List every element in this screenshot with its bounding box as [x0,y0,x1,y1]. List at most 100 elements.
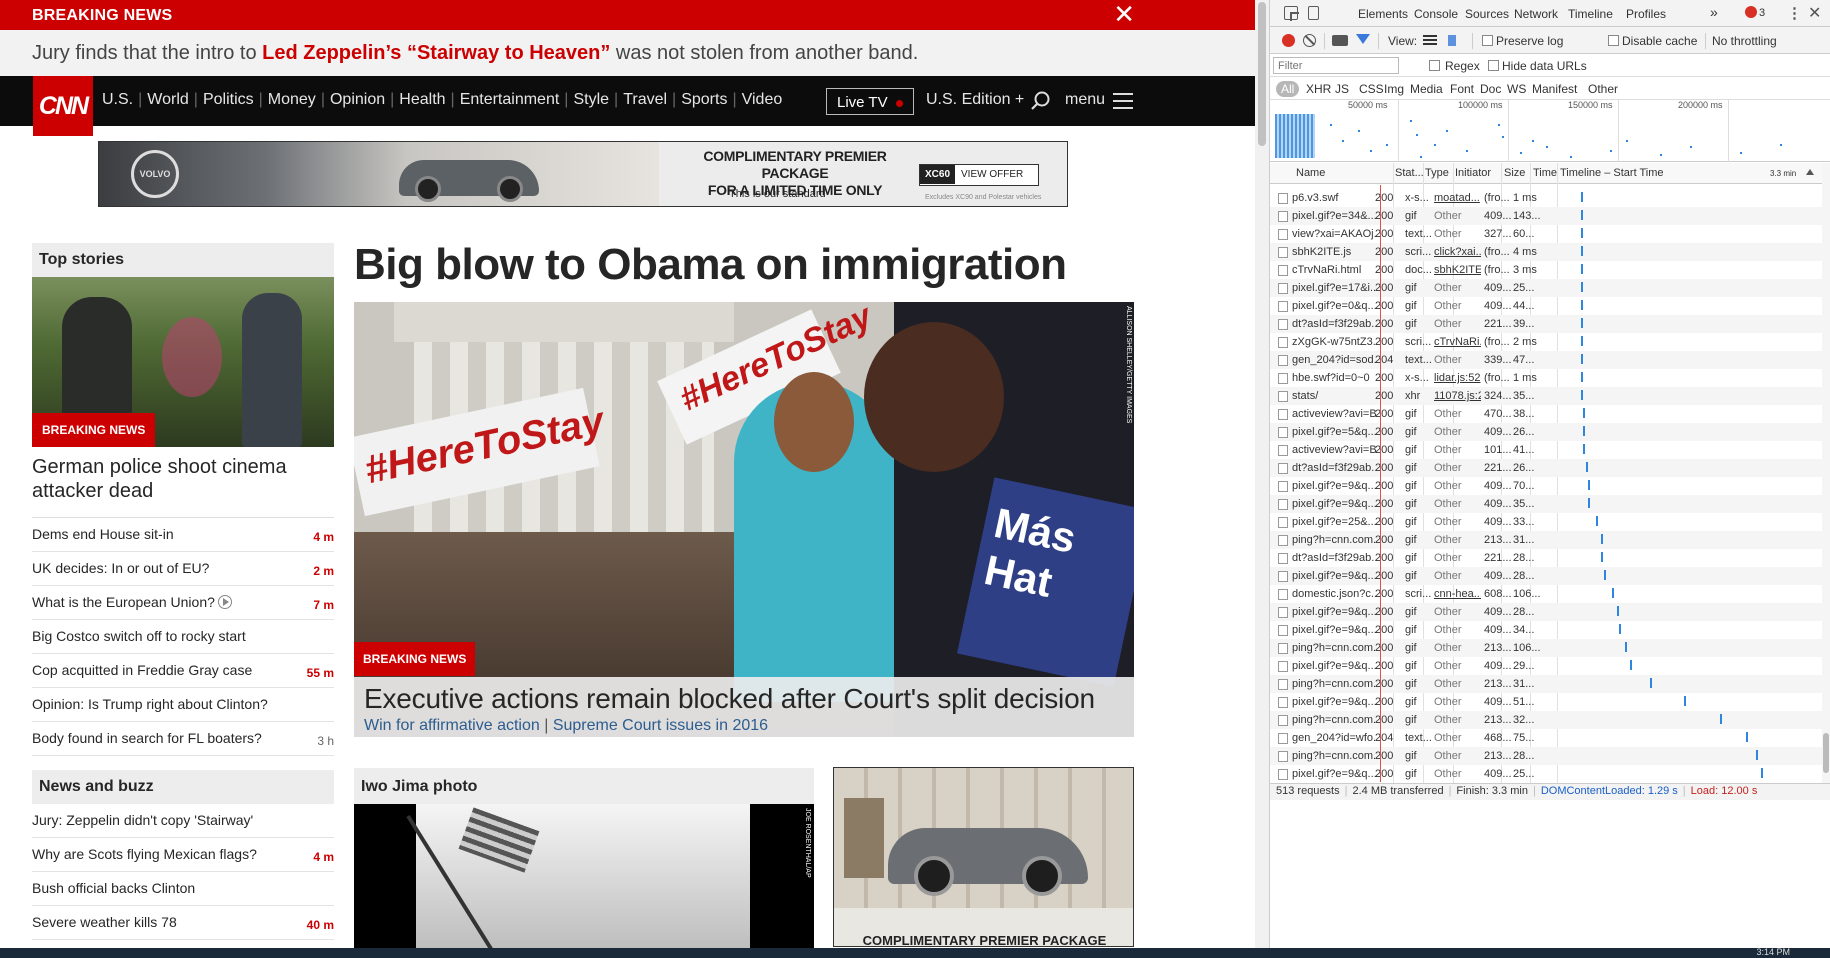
page-scrollbar[interactable] [1255,0,1269,948]
tab-sources[interactable]: Sources [1465,7,1509,21]
column-header[interactable]: Type [1425,167,1449,179]
network-request-row[interactable]: pixel.gif?e=25&... 200 gif Other 409... 33... [1270,513,1822,531]
throttling-select[interactable]: No throttling [1712,34,1777,48]
column-header[interactable]: Timeline – Start Time [1560,167,1664,179]
iwo-jima-photo[interactable]: JOE ROSENTHAL/AP [354,804,814,948]
network-request-row[interactable]: activeview?avi=B... 200 gif Other 470... 38..… [1270,405,1822,423]
regex-checkbox[interactable] [1429,60,1440,71]
column-header[interactable]: Time [1533,167,1557,179]
preserve-log-label[interactable]: Preserve log [1496,34,1563,48]
breaking-news-bar[interactable]: BREAKING NEWS ✕ [0,0,1255,30]
request-initiator[interactable]: lidar.js:52 [1434,372,1481,384]
type-filter-all[interactable]: All [1276,81,1300,97]
network-request-row[interactable]: pixel.gif?e=9&q... 200 gif Other 409... 29... [1270,657,1822,675]
type-filter-img[interactable]: Img [1384,82,1404,96]
network-request-row[interactable]: sbhK2ITE.js 200 scri... click?xai... (fro...… [1270,243,1822,261]
network-request-row[interactable]: gen_204?id=wfo... 204 text... Other 468... 75… [1270,729,1822,747]
error-count[interactable]: 3 [1759,7,1765,19]
type-filter-doc[interactable]: Doc [1480,82,1501,96]
filter-input[interactable] [1273,57,1399,74]
type-filter-manifest[interactable]: Manifest [1532,82,1577,96]
network-request-row[interactable]: pixel.gif?e=5&q... 200 gif Other 409... 26... [1270,423,1822,441]
network-scrollbar[interactable] [1822,163,1830,783]
nav-link-health[interactable]: Health [399,91,445,108]
network-request-row[interactable]: activeview?avi=B... 200 gif Other 101... 41..… [1270,441,1822,459]
hero-story[interactable]: #HereToStay #HereToStay Más Hat ALLISON … [354,302,1134,737]
hero-sublink[interactable]: Supreme Court issues in 2016 [553,717,768,734]
inspect-element-icon[interactable] [1284,6,1299,21]
view-offer-button[interactable]: XC60 VIEW OFFER [919,164,1039,186]
preserve-log-checkbox[interactable] [1482,35,1493,46]
network-request-row[interactable]: ping?h=cnn.com... 200 gif Other 213... 32... [1270,711,1822,729]
story-item[interactable]: Jury: Zeppelin didn't copy 'Stairway' [32,804,334,838]
story-item[interactable]: What is the European Union? 7 m [32,586,334,620]
list-view-icon[interactable] [1423,35,1437,46]
type-filter-other[interactable]: Other [1588,82,1618,96]
hero-sublink[interactable]: Win for affirmative action [364,717,540,734]
record-icon[interactable] [1282,34,1295,47]
request-initiator[interactable]: 11078.js:2 [1434,390,1481,402]
network-request-row[interactable]: ping?h=cnn.com... 200 gif Other 213... 28... [1270,747,1822,765]
type-filter-ws[interactable]: WS [1507,82,1526,96]
nav-link-travel[interactable]: Travel [623,91,667,108]
network-request-row[interactable]: gen_204?id=sod... 204 text... Other 339... 47… [1270,351,1822,369]
network-request-row[interactable]: ping?h=cnn.com... 200 gif Other 213... 31... [1270,531,1822,549]
request-initiator[interactable]: cTrvNaRi... [1434,336,1481,348]
cnn-logo[interactable]: CNN [33,76,93,136]
tab-elements[interactable]: Elements [1358,7,1408,21]
nav-link-world[interactable]: World [147,91,189,108]
top-banner-ad[interactable]: VOLVO COMPLIMENTARY PREMIER PACKAGE FOR A… [98,141,1068,207]
story-item[interactable]: Opinion: Is Trump right about Clinton? [32,688,334,722]
column-header[interactable]: Size [1504,167,1525,179]
story-item[interactable]: Bush official backs Clinton [32,872,334,906]
waterfall-view-icon[interactable] [1448,35,1462,46]
network-request-row[interactable]: pixel.gif?e=9&q... 200 gif Other 409... 25... [1270,765,1822,782]
live-tv-button[interactable]: Live TV [826,88,914,115]
nav-link-entertainment[interactable]: Entertainment [460,91,560,108]
network-request-row[interactable]: ping?h=cnn.com... 200 gif Other 213... 106... [1270,639,1822,657]
type-filter-css[interactable]: CSS [1359,82,1384,96]
story-item[interactable]: Why are Scots flying Mexican flags? 4 m [32,838,334,872]
scrollbar-thumb[interactable] [1258,2,1266,146]
error-icon[interactable] [1745,6,1757,18]
page-title[interactable]: Big blow to Obama on immigration [354,240,1134,290]
network-request-row[interactable]: p6.v3.swf 200 x-s... moatad... (fro... 1 ms [1270,189,1822,207]
close-icon[interactable]: ✕ [1808,3,1821,23]
network-request-row[interactable]: pixel.gif?e=9&q... 200 gif Other 409... 34... [1270,621,1822,639]
network-request-row[interactable]: dt?asId=f3f29ab... 200 gif Other 221... 39... [1270,315,1822,333]
network-request-row[interactable]: pixel.gif?e=9&q... 200 gif Other 409... 35... [1270,495,1822,513]
teaser-highlight[interactable]: Led Zeppelin’s “Stairway to Heaven” [262,42,610,64]
breaking-news-teaser[interactable]: Jury finds that the intro to Led Zeppeli… [0,30,1255,76]
side-ad[interactable]: COMPLIMENTARY PREMIER PACKAGE [833,767,1134,947]
disable-cache-label[interactable]: Disable cache [1622,34,1697,48]
top-story-photo[interactable]: BREAKING NEWS [32,277,334,447]
filter-icon[interactable] [1356,34,1370,44]
network-request-row[interactable]: pixel.gif?e=9&q... 200 gif Other 409... 28... [1270,567,1822,585]
story-item[interactable]: Dems end House sit-in 4 m [32,518,334,552]
close-icon[interactable]: ✕ [1113,1,1135,27]
request-initiator[interactable]: moatad... [1434,192,1481,204]
network-request-row[interactable]: pixel.gif?e=9&q... 200 gif Other 409... 28... [1270,603,1822,621]
top-story-headline[interactable]: German police shoot cinema attacker dead [32,447,334,518]
network-request-row[interactable]: zXgGK-w75ntZ3...200scri...cTrvNaRi...(fr… [1270,333,1822,351]
nav-link-us[interactable]: U.S. [102,91,133,108]
network-request-row[interactable]: pixel.gif?e=9&q... 200 gif Other 409... 51... [1270,693,1822,711]
network-request-row[interactable]: dt?asId=f3f29ab... 200 gif Other 221... 26... [1270,459,1822,477]
hamburger-icon[interactable] [1113,93,1133,109]
column-header[interactable]: Stat... [1395,167,1424,179]
column-header[interactable]: Name [1296,167,1325,179]
network-request-row[interactable]: hbe.swf?id=0~0 200 x-s... lidar.js:52 (fro..… [1270,369,1822,387]
menu-label[interactable]: menu [1065,91,1105,109]
network-request-row[interactable]: pixel.gif?e=34&... 200 gif Other 409... 143..… [1270,207,1822,225]
tab-profiles[interactable]: Profiles [1626,7,1666,21]
kebab-menu-icon[interactable]: ⋮ [1787,4,1802,22]
column-header[interactable]: Initiator [1455,167,1491,179]
nav-link-money[interactable]: Money [268,91,316,108]
network-request-row[interactable]: domestic.json?c... 200 scri... cnn-hea... 60… [1270,585,1822,603]
device-mode-icon[interactable] [1308,6,1319,20]
camera-icon[interactable] [1332,35,1348,46]
type-filter-font[interactable]: Font [1450,82,1474,96]
type-filter-xhr[interactable]: XHR [1306,82,1331,96]
nav-link-opinion[interactable]: Opinion [330,91,385,108]
network-request-row[interactable]: pixel.gif?e=17&i... 200 gif Other 409... 25..… [1270,279,1822,297]
